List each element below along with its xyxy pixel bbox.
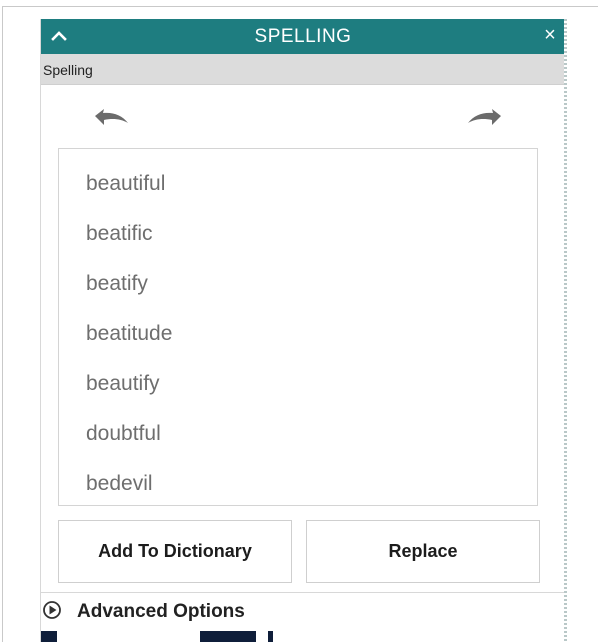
suggestion-item[interactable]: bedevil — [86, 472, 153, 496]
add-to-dictionary-button[interactable]: Add To Dictionary — [58, 520, 292, 583]
taskbar-strip — [41, 631, 565, 642]
section-header: Spelling — [41, 54, 565, 85]
suggestion-item[interactable]: beatific — [86, 222, 153, 246]
close-icon[interactable]: × — [539, 23, 561, 47]
panel-edge-scrollbar[interactable] — [564, 19, 567, 642]
strip-segment — [256, 631, 268, 642]
advanced-options-label: Advanced Options — [77, 601, 245, 622]
advanced-options-toggle[interactable]: Advanced Options — [41, 592, 565, 625]
strip-segment — [57, 631, 200, 642]
suggestion-list: beautiful beatific beatify beatitude bea… — [58, 148, 538, 506]
play-circle-icon — [43, 601, 61, 619]
suggestion-item[interactable]: beatify — [86, 272, 148, 296]
title-bar: SPELLING × — [41, 19, 565, 54]
suggestion-item[interactable]: beautiful — [86, 172, 165, 196]
redo-arrow-icon[interactable] — [465, 107, 505, 129]
section-label: Spelling — [43, 62, 93, 78]
undo-arrow-icon[interactable] — [91, 107, 131, 129]
suggestion-item[interactable]: doubtful — [86, 422, 161, 446]
strip-segment — [273, 631, 565, 642]
suggestion-item[interactable]: beatitude — [86, 322, 172, 346]
suggestion-item[interactable]: beautify — [86, 372, 160, 396]
replace-button[interactable]: Replace — [306, 520, 540, 583]
spelling-panel: SPELLING × Spelling beautiful beatific b… — [40, 19, 565, 642]
panel-title: SPELLING — [254, 26, 352, 47]
